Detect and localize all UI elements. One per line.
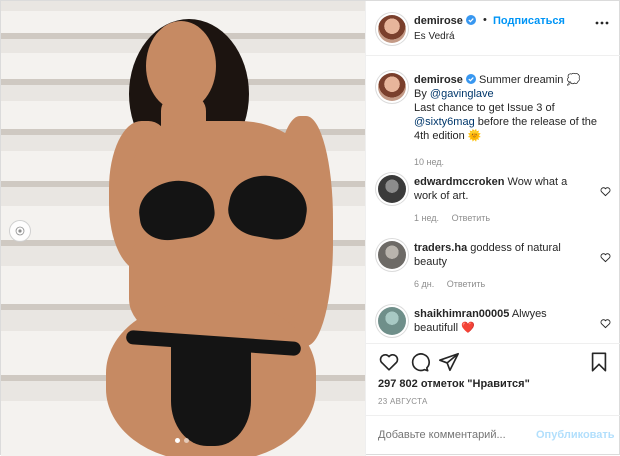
caption-meta: 10 нед. (414, 157, 454, 167)
publish-button[interactable]: Опубликовать (536, 429, 615, 441)
share-icon[interactable] (438, 351, 460, 373)
caption-line: 4th edition 🌞 (414, 130, 482, 142)
instagram-post: demirose • Подписаться Es Vedrá demirose… (0, 0, 620, 456)
carousel-prev-button[interactable] (9, 220, 31, 242)
caption-text: Summer dreamin 💭 (479, 74, 581, 86)
comment-username[interactable]: traders.ha (414, 242, 467, 254)
verified-badge-icon (465, 15, 476, 25)
caption-item: demirose Summer dreamin 💭 By @gavinglave… (378, 73, 614, 173)
location-link[interactable]: Es Vedrá (414, 31, 455, 42)
comments-list[interactable]: demirose Summer dreamin 💭 By @gavinglave… (366, 57, 620, 342)
carousel-indicator (175, 438, 189, 443)
avatar[interactable] (378, 241, 406, 269)
verified-badge-icon (465, 74, 476, 84)
post-photo[interactable] (1, 1, 365, 456)
separator-dot: • (483, 14, 487, 26)
avatar[interactable] (378, 73, 406, 101)
comment-like-icon[interactable] (600, 252, 611, 263)
post-side-panel: demirose • Подписаться Es Vedrá demirose… (365, 1, 620, 456)
caption-line: Last chance to get Issue 3 of (414, 102, 555, 114)
comment-username[interactable]: shaikhimran00005 (414, 308, 509, 320)
chevron-left-icon (15, 226, 25, 236)
comment-time[interactable]: 6 дн. (414, 279, 434, 289)
likes-count[interactable]: 297 802 отметок "Нравится" (378, 378, 530, 390)
more-dots-icon[interactable] (592, 15, 612, 31)
comment-input[interactable] (378, 429, 528, 441)
carousel-dot (184, 438, 189, 443)
caption-line: before the release of the (477, 116, 597, 128)
comment-item: edwardmccroken Wow what a work of art. 1… (378, 175, 614, 225)
bookmark-icon[interactable] (588, 351, 610, 373)
reply-button[interactable]: Ответить (447, 279, 485, 289)
caption-time[interactable]: 10 нед. (414, 157, 444, 167)
comment-meta: 6 дн. Ответить (414, 279, 495, 289)
comment-username[interactable]: edwardmccroken (414, 176, 504, 188)
follow-button[interactable]: Подписаться (493, 15, 565, 27)
comment-icon[interactable] (408, 351, 430, 373)
caption-by: By (414, 88, 427, 100)
avatar[interactable] (378, 175, 406, 203)
caption-username[interactable]: demirose (414, 74, 463, 86)
add-comment-bar: Опубликовать (366, 415, 620, 456)
comment-meta: 1 нед. Ответить (414, 213, 500, 223)
comment-item: shaikhimran00005 Alwyes beautifull ❤️ (378, 307, 614, 342)
avatar[interactable] (378, 15, 406, 43)
username-text[interactable]: demirose (414, 15, 463, 27)
comment-like-icon[interactable] (600, 318, 611, 329)
comment-time[interactable]: 1 нед. (414, 213, 439, 223)
post-date[interactable]: 23 августа (378, 397, 428, 406)
mention-link[interactable]: @gavinglave (430, 88, 494, 100)
comment-item: traders.ha goddess of natural beauty 6 д… (378, 241, 614, 291)
mention-link[interactable]: @sixty6mag (414, 116, 475, 128)
header-username[interactable]: demirose (414, 15, 476, 27)
post-header: demirose • Подписаться Es Vedrá (366, 1, 620, 56)
reply-button[interactable]: Ответить (452, 213, 490, 223)
comment-like-icon[interactable] (600, 186, 611, 197)
heart-icon[interactable] (378, 351, 400, 373)
carousel-dot (175, 438, 180, 443)
post-actions (366, 343, 620, 383)
avatar[interactable] (378, 307, 406, 335)
